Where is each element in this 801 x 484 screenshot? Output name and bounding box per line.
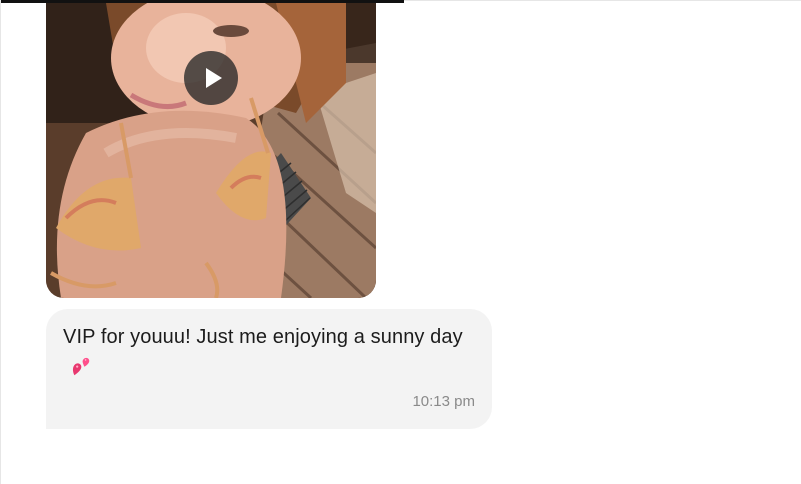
message-text-line: VIP for youuu! Just me enjoying a sunny … (63, 321, 475, 387)
two-hearts-emoji (69, 356, 93, 380)
message-timestamp: 10:13 pm (412, 393, 475, 410)
play-button[interactable] (184, 51, 238, 105)
play-icon (205, 68, 222, 88)
chat-conversation: VIP for youuu! Just me enjoying a sunny … (0, 0, 801, 484)
video-thumbnail[interactable] (46, 3, 376, 298)
message-text: VIP for youuu! Just me enjoying a sunny … (63, 326, 463, 348)
video-preview-image (46, 3, 376, 298)
message-bubble: VIP for youuu! Just me enjoying a sunny … (46, 309, 492, 429)
